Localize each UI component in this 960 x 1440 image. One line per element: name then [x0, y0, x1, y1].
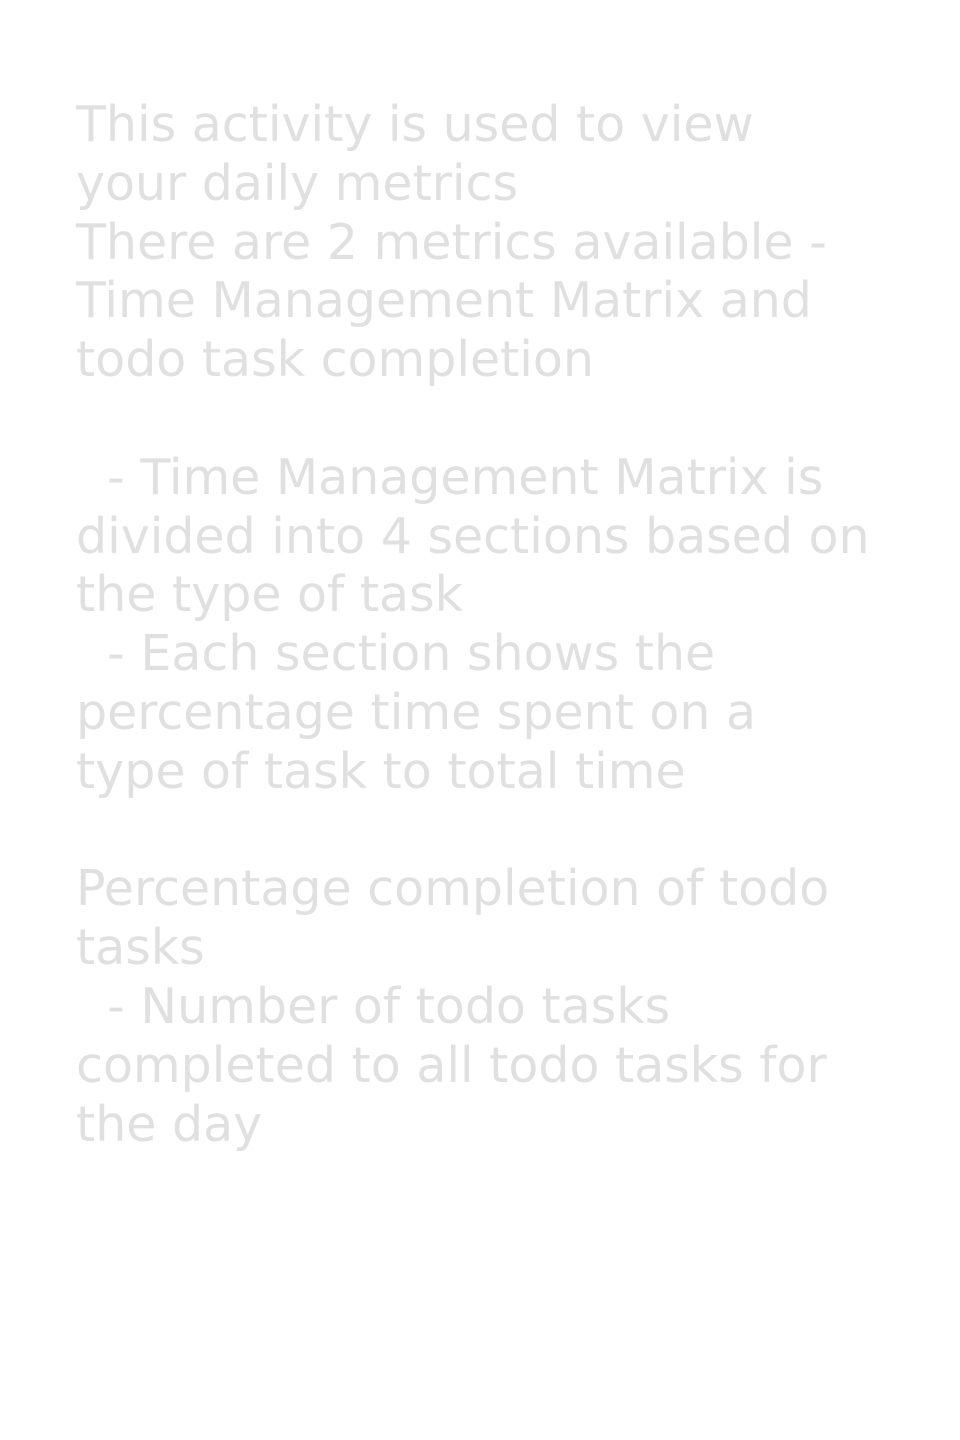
metrics-help-screen: This activity is used to view your daily…	[0, 0, 960, 1440]
metrics-help-text: This activity is used to view your daily…	[76, 96, 870, 1153]
